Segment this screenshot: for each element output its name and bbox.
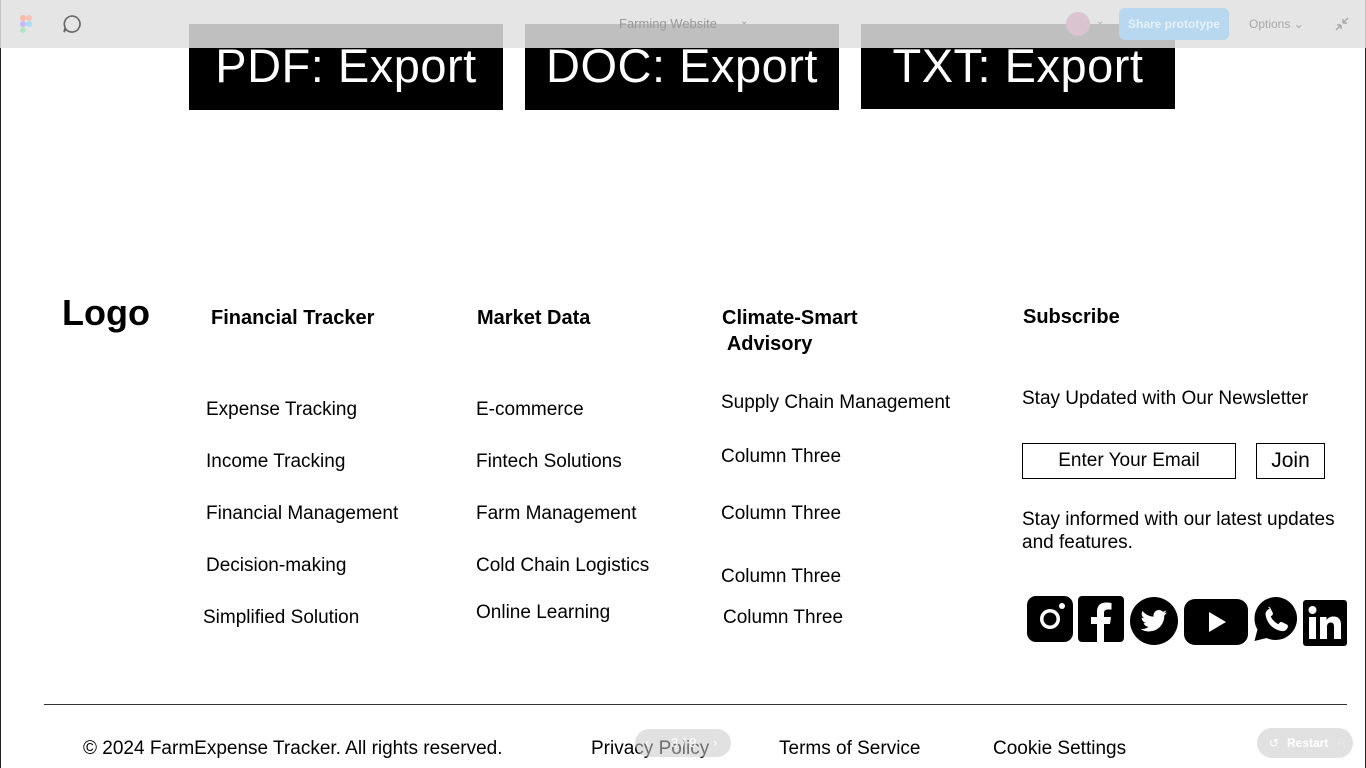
online-learning-link[interactable]: Online Learning [476,602,610,624]
column-three-link[interactable]: Column Three [721,566,841,588]
farm-management-link[interactable]: Farm Management [476,503,637,525]
e-commerce-link[interactable]: E-commerce [476,399,584,421]
join-button[interactable]: Join [1256,443,1325,479]
decision-making-link[interactable]: Decision-making [206,555,346,577]
column-three-link[interactable]: Column Three [721,446,841,468]
footer-divider [44,704,1347,705]
cold-chain-logistics-link[interactable]: Cold Chain Logistics [476,555,649,577]
email-field[interactable]: Enter Your Email [1022,443,1236,479]
page-indicator: 3 / 9 [671,735,697,750]
simplified-solution-link[interactable]: Simplified Solution [203,607,359,629]
supply-chain-management-link[interactable]: Supply Chain Management [721,392,950,414]
collapse-icon[interactable] [1332,14,1352,34]
fintech-solutions-link[interactable]: Fintech Solutions [476,451,622,473]
footer-logo[interactable]: Logo [62,292,150,334]
facebook-icon[interactable] [1078,596,1124,642]
chevron-down-icon[interactable]: ⌄ [1096,16,1104,27]
prototype-frame-border [0,0,1366,768]
column-three-link[interactable]: Column Three [723,607,843,629]
figma-logo-icon[interactable] [16,14,36,34]
options-label: Options [1249,17,1291,31]
newsletter-note: Stay informed with our latest updates an… [1022,509,1335,553]
comment-icon[interactable] [62,14,82,34]
financial-management-link[interactable]: Financial Management [206,503,398,525]
page-navigator: ‹ 3 / 9 › [635,729,731,757]
copyright-text: © 2024 FarmExpense Tracker. All rights r… [83,738,503,759]
newsletter-tagline: Stay Updated with Our Newsletter [1022,388,1309,409]
restart-icon: ↺ [1269,736,1280,750]
restart-shortcut-key: R [1337,736,1346,750]
chevron-right-icon[interactable]: › [713,735,717,750]
youtube-icon[interactable] [1184,599,1248,645]
avatar[interactable] [1066,12,1090,36]
restart-button[interactable]: ↺ Restart R [1257,728,1353,758]
share-prototype-button[interactable]: Share prototype [1119,8,1229,40]
restart-label: Restart [1287,736,1329,750]
climate-smart-advisory-heading: Climate-Smart Advisory [722,307,858,355]
cookie-settings-link[interactable]: Cookie Settings [993,738,1126,760]
whatsapp-icon[interactable] [1253,596,1299,642]
column-three-link[interactable]: Column Three [721,503,841,525]
instagram-icon[interactable] [1027,596,1073,642]
options-menu[interactable]: Options ⌄ [1249,17,1304,31]
expense-tracking-link[interactable]: Expense Tracking [206,399,357,421]
twitter-icon[interactable] [1129,596,1179,646]
subscribe-heading: Subscribe [1023,306,1120,328]
income-tracking-link[interactable]: Income Tracking [206,451,345,473]
linkedin-icon[interactable] [1303,600,1347,646]
chevron-left-icon[interactable]: ‹ [645,735,649,750]
file-title[interactable]: Farming Website [619,16,717,31]
financial-tracker-heading: Financial Tracker [211,307,375,329]
prototype-toolbar: Farming Website ⌄ ⌄ Share prototype Opti… [0,0,1366,48]
market-data-heading: Market Data [477,307,591,329]
chevron-down-icon[interactable]: ⌄ [740,16,748,27]
terms-of-service-link[interactable]: Terms of Service [779,738,920,760]
